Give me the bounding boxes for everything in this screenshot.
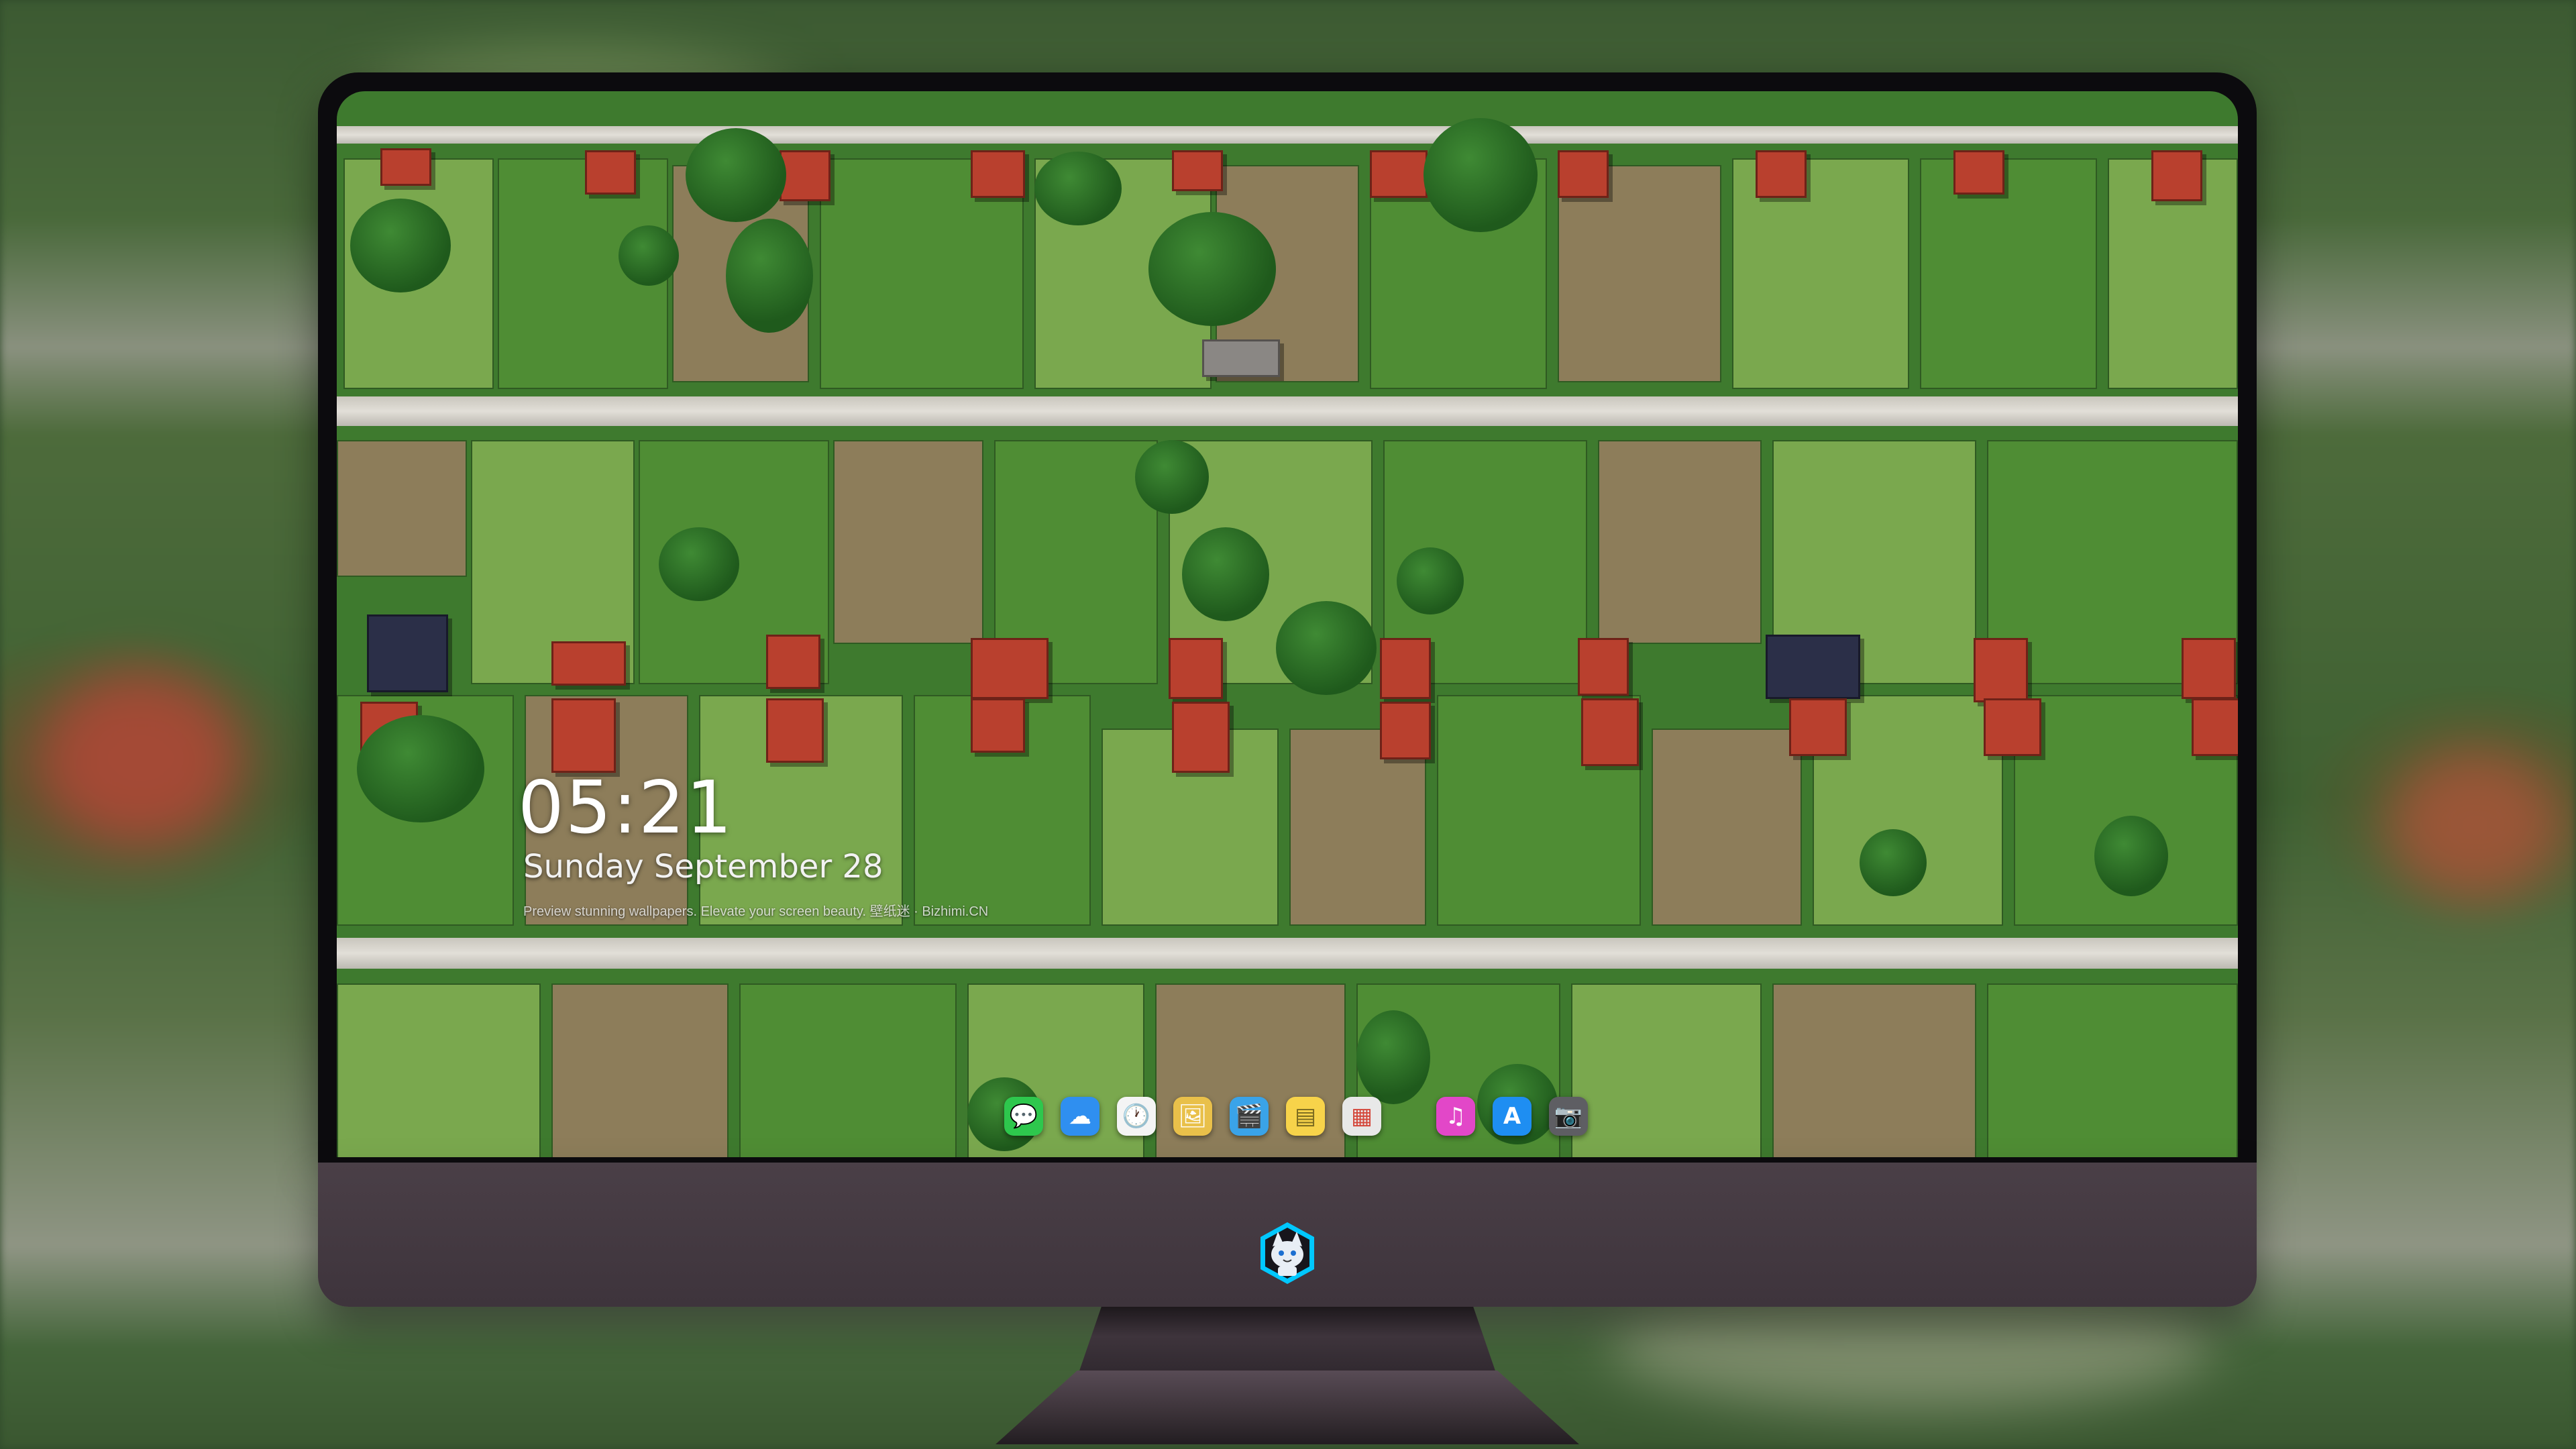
photo-booth-icon[interactable]: ▦ [1342,1097,1381,1136]
cat-mascot-icon [1254,1220,1321,1287]
monitor: 05:21 Sunday September 28 Preview stunni… [318,72,2257,1444]
monitor-stand-base [996,1371,1579,1444]
clock-date: Sunday September 28 [523,848,883,885]
app-store-icon[interactable]: A [1493,1097,1532,1136]
itunes-icon[interactable]: ♫ [1436,1097,1475,1136]
dock: 💬 ☁ 🕐 🖼 🎬 ▤ ▦ ♫ A 📷 [1004,1089,1588,1143]
desktop-screen[interactable]: 05:21 Sunday September 28 Preview stunni… [337,91,2238,1157]
clock-time: 05:21 [518,766,734,850]
monitor-chin [318,1163,2257,1307]
screenshot-icon[interactable]: 📷 [1549,1097,1588,1136]
preview-icon[interactable]: 🖼 [1173,1097,1212,1136]
notes-icon[interactable]: ▤ [1286,1097,1325,1136]
clock-icon[interactable]: 🕐 [1117,1097,1156,1136]
clips-icon[interactable]: 🎬 [1230,1097,1269,1136]
monitor-stand-neck [1076,1307,1499,1381]
weather-icon[interactable]: ☁ [1061,1097,1099,1136]
monitor-bezel: 05:21 Sunday September 28 Preview stunni… [318,72,2257,1163]
wallpaper-tagline: Preview stunning wallpapers. Elevate you… [523,904,989,919]
messages-icon[interactable]: 💬 [1004,1097,1043,1136]
